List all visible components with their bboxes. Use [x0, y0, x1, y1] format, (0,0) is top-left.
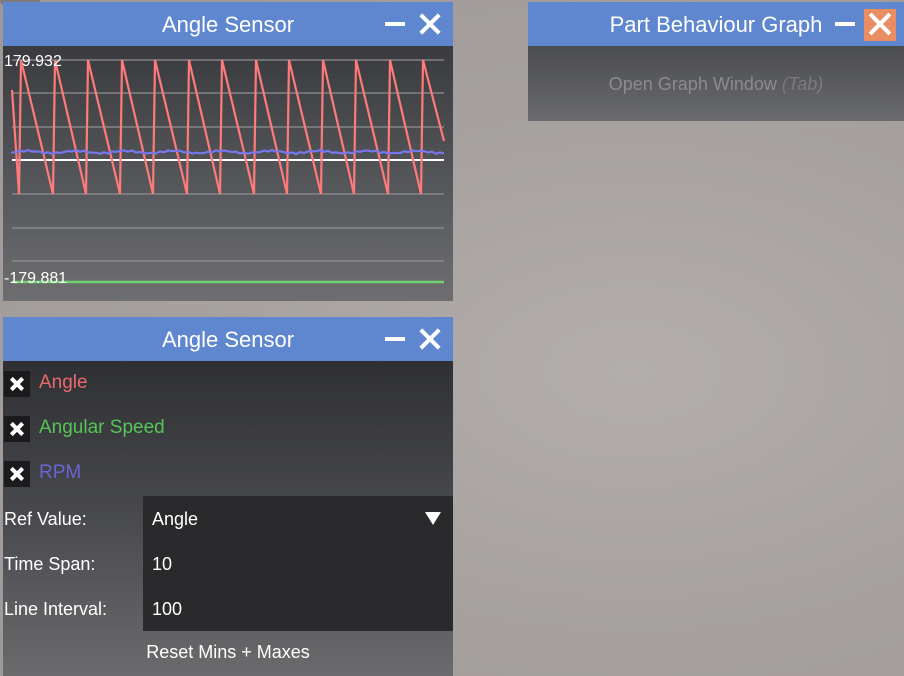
- angular-speed-checkbox[interactable]: [4, 416, 30, 442]
- close-icon[interactable]: [864, 9, 896, 41]
- settings-titlebar[interactable]: Angle Sensor: [3, 317, 453, 361]
- angle-checkbox-label: Angle: [39, 372, 88, 393]
- settings-fields-panel: Angle 10 100: [143, 496, 453, 631]
- ref-value-selected: Angle: [152, 509, 199, 529]
- dropdown-arrow-icon: [425, 512, 441, 525]
- ref-value-dropdown[interactable]: Angle: [143, 496, 453, 541]
- ref-value-label: Ref Value:: [4, 509, 87, 529]
- angle-checkbox[interactable]: [4, 371, 30, 397]
- line-interval-label: Line Interval:: [4, 599, 108, 619]
- time-span-input[interactable]: 10: [152, 554, 172, 575]
- minimize-icon[interactable]: [380, 324, 410, 354]
- reset-mins-maxes-button[interactable]: Reset Mins + Maxes: [143, 642, 313, 668]
- part-behaviour-graph-window: Part Behaviour Graph Open Graph Window (…: [528, 2, 904, 121]
- close-icon[interactable]: [415, 9, 445, 39]
- graph-area: 179.932 -179.881: [3, 46, 453, 301]
- time-span-label: Time Span:: [4, 554, 96, 574]
- graph-max-label: 179.932: [4, 53, 62, 70]
- open-graph-window-button[interactable]: Open Graph Window (Tab): [528, 74, 904, 95]
- close-icon[interactable]: [415, 324, 445, 354]
- rpm-checkbox[interactable]: [4, 461, 30, 487]
- graph-min-label: -179.881: [4, 270, 68, 287]
- open-graph-label: Open Graph Window: [608, 74, 777, 94]
- angle-sensor-settings-window: Angle Sensor Angle Angular Speed RPM Ref…: [3, 317, 453, 676]
- minimize-icon[interactable]: [830, 9, 860, 39]
- angular-speed-checkbox-label: Angular Speed: [39, 417, 165, 438]
- pbg-titlebar[interactable]: Part Behaviour Graph: [528, 2, 904, 46]
- settings-body: Angle Angular Speed RPM Ref Value: Time …: [3, 361, 453, 676]
- angle-sensor-graph-window: Angle Sensor 179.932 -179.881: [3, 2, 453, 301]
- minimize-icon[interactable]: [380, 9, 410, 39]
- line-interval-input[interactable]: 100: [152, 599, 182, 620]
- pbg-body: Open Graph Window (Tab): [528, 46, 904, 121]
- angle-graph: [10, 59, 446, 284]
- graph-titlebar[interactable]: Angle Sensor: [3, 2, 453, 46]
- open-graph-hint: (Tab): [781, 74, 824, 94]
- rpm-checkbox-label: RPM: [39, 462, 82, 483]
